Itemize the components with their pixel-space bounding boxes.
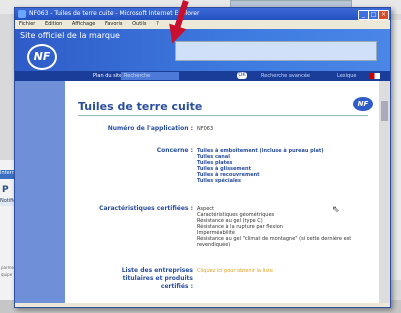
page-title: Tuiles de terre cuite [78, 100, 203, 113]
menu-outils[interactable]: Outils [132, 21, 146, 27]
list-item: Tuiles spéciales [197, 178, 242, 184]
close-button[interactable]: × [378, 10, 389, 20]
search-go-button[interactable]: OK [237, 72, 247, 79]
advanced-search-link[interactable]: Recherche avancée [261, 71, 310, 81]
vertical-scrollbar[interactable] [379, 81, 390, 303]
nf-small-logo: NF [353, 97, 373, 111]
menu-help[interactable]: ? [156, 21, 159, 27]
application-number-label: Numéro de l'application : [107, 125, 193, 132]
site-navbar: Plan du site Recherche OK Recherche avan… [15, 71, 390, 81]
lexicon-link[interactable]: Lexique [337, 71, 356, 81]
menu-edition[interactable]: Edition [45, 21, 62, 27]
language-flag-icon[interactable] [369, 73, 380, 79]
concerne-label: Concerne : [156, 147, 193, 154]
menu-affichage[interactable]: Affichage [72, 21, 96, 27]
sitemap-link[interactable]: Plan du site [93, 71, 122, 81]
menu-bar: Fichier Edition Affichage Favoris Outils… [15, 20, 390, 29]
search-input[interactable]: Recherche [121, 72, 179, 80]
concerne-list: Tuiles à emboîtement (incluse à pureau p… [197, 148, 324, 184]
menu-fichier[interactable]: Fichier [19, 21, 35, 27]
browser-window: NF063 - Tuiles de terre cuite - Microsof… [14, 7, 391, 308]
mouse-cursor-icon: ⇖ [332, 205, 340, 215]
ie-icon [18, 10, 26, 18]
title-divider [78, 115, 368, 116]
companies-list-link[interactable]: Cliquez ici pour obtenir la liste [197, 268, 273, 274]
background-text-1: parme [1, 265, 14, 270]
banner-image-box [175, 41, 377, 61]
list-item: revendiquée) [197, 242, 231, 248]
characteristics-label: Caractéristiques certifiées : [99, 205, 193, 212]
characteristics-list: Aspect Caractéristiques géométriques Rés… [197, 206, 351, 248]
window-title: NF063 - Tuiles de terre cuite - Microsof… [29, 10, 200, 17]
scrollbar-thumb[interactable] [381, 101, 388, 121]
companies-list-label-2: titulaires et produits [122, 275, 193, 282]
status-bar [15, 303, 390, 307]
background-text-2: quipe [1, 272, 13, 277]
background-heading-letter: P [2, 185, 9, 195]
site-tagline: Site officiel de la marque [20, 31, 120, 40]
nf-logo[interactable]: NF [27, 44, 57, 70]
page-content: Tuiles de terre cuite NF Numéro de l'app… [65, 81, 379, 303]
site-banner: Site officiel de la marque NF [15, 29, 390, 71]
companies-list-label-3: certifiés : [160, 283, 193, 290]
application-number-value: NF063 [197, 126, 214, 132]
menu-favoris[interactable]: Favoris [105, 21, 123, 27]
companies-list-label-1: Liste des entreprises [121, 267, 193, 274]
title-bar[interactable]: NF063 - Tuiles de terre cuite - Microsof… [15, 8, 390, 20]
